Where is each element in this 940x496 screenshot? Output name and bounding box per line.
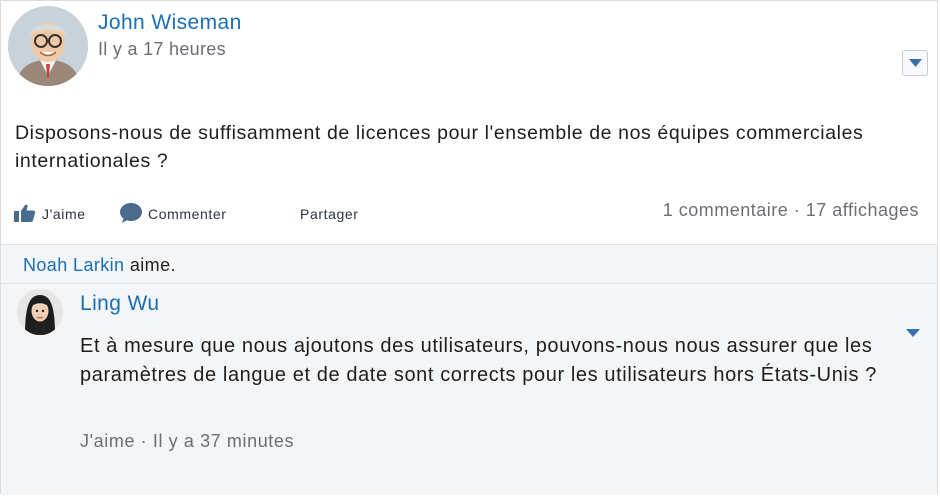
like-label: J'aime <box>42 206 86 222</box>
comment-text: Et à mesure que nous ajoutons des utilis… <box>80 335 877 386</box>
post-actions: J'aime Commenter Partager 1 commentaire … <box>1 199 937 231</box>
share-button[interactable]: Partager <box>300 199 359 229</box>
likes-text: Noah Larkin aime. <box>23 255 176 276</box>
comment-menu-button[interactable] <box>904 326 924 342</box>
comment: Ling Wu Et à mesure que nous ajoutons de… <box>1 284 937 495</box>
post: John Wiseman Il y a 17 heures Disposons-… <box>1 1 937 243</box>
post-time: Il y a 17 heures <box>98 39 226 59</box>
feed-card: John Wiseman Il y a 17 heures Disposons-… <box>0 0 938 495</box>
liker-name[interactable]: Noah Larkin <box>23 255 124 275</box>
chevron-down-icon <box>906 329 920 337</box>
comment-time: Il y a 37 minutes <box>152 431 295 451</box>
comment-like-link[interactable]: J'aime <box>80 431 135 451</box>
avatar[interactable] <box>8 6 88 86</box>
meta-separator: · <box>135 431 153 451</box>
speech-bubble-icon <box>120 202 142 226</box>
comment-author[interactable]: Ling Wu <box>80 292 159 316</box>
likes-suffix: aime. <box>124 255 176 275</box>
likes-bar: Noah Larkin aime. <box>1 244 937 284</box>
chevron-down-icon <box>909 59 922 67</box>
post-text: Disposons-nous de suffisamment de licenc… <box>15 122 864 172</box>
share-label: Partager <box>300 206 359 222</box>
comment-meta: J'aime · Il y a 37 minutes <box>80 431 294 452</box>
post-menu-button[interactable] <box>902 50 928 76</box>
like-button[interactable]: J'aime <box>14 199 86 229</box>
comment-avatar[interactable] <box>17 289 63 335</box>
thumbs-up-icon <box>14 204 36 225</box>
post-author[interactable]: John Wiseman <box>98 11 242 35</box>
comment-button[interactable]: Commenter <box>120 199 227 229</box>
post-stats: 1 commentaire · 17 affichages <box>662 200 919 220</box>
comment-label: Commenter <box>148 206 227 222</box>
